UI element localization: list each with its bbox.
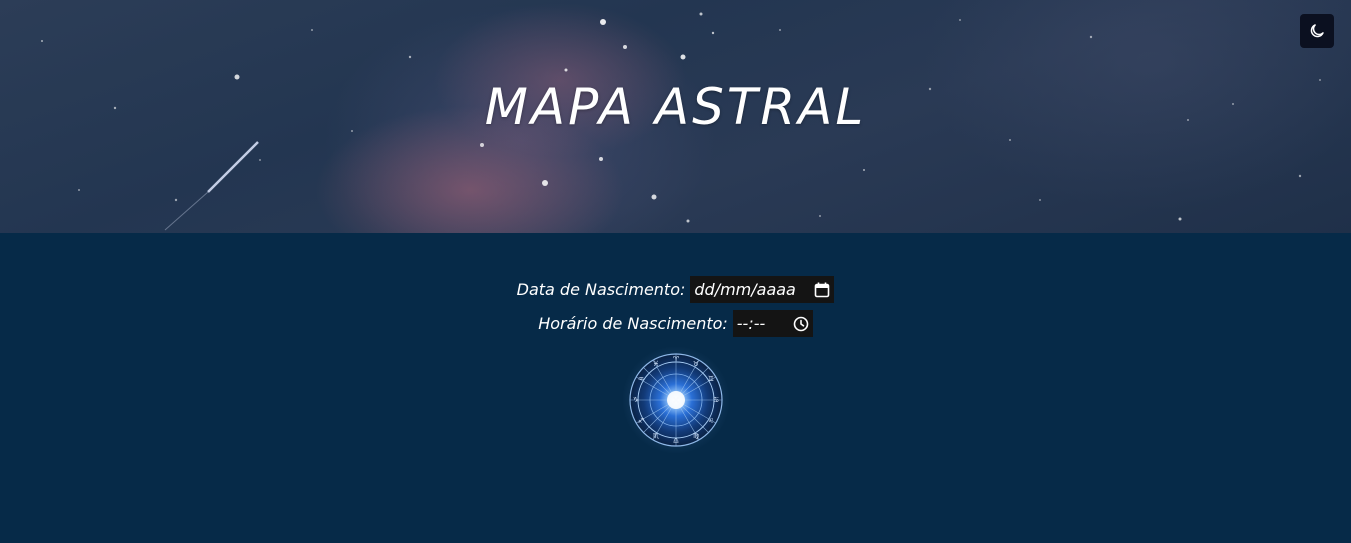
- svg-text:♋: ♋: [713, 396, 719, 404]
- svg-text:♌: ♌: [708, 417, 714, 425]
- birth-date-label: Data de Nascimento:: [516, 280, 686, 299]
- svg-text:♉: ♉: [693, 360, 699, 368]
- birth-time-row: Horário de Nascimento: --:--: [0, 310, 1351, 337]
- svg-text:♍: ♍: [693, 432, 700, 440]
- zodiac-wheel-icon: ♈ ♉ ♊ ♋ ♌ ♍ ♎ ♏ ♐ ♑ ♒ ♓: [622, 346, 730, 454]
- birth-time-placeholder: --:--: [736, 314, 766, 333]
- svg-text:♎: ♎: [673, 437, 679, 445]
- birth-date-input[interactable]: dd/mm/aaaa: [690, 276, 835, 303]
- svg-text:♑: ♑: [633, 396, 639, 404]
- svg-text:♊: ♊: [708, 375, 714, 383]
- svg-text:♈: ♈: [673, 355, 680, 363]
- svg-text:♏: ♏: [653, 432, 660, 440]
- moon-icon: [1310, 24, 1324, 38]
- birth-form: Data de Nascimento: dd/mm/aaaa Horário d…: [0, 276, 1351, 344]
- birth-date-placeholder: dd/mm/aaaa: [694, 280, 796, 299]
- theme-toggle-button[interactable]: [1300, 14, 1334, 48]
- birth-time-label: Horário de Nascimento:: [538, 314, 728, 333]
- svg-text:♓: ♓: [653, 360, 659, 368]
- header-banner: MAPA ASTRAL: [0, 0, 1351, 233]
- svg-text:♐: ♐: [638, 417, 644, 425]
- birth-date-row: Data de Nascimento: dd/mm/aaaa: [0, 276, 1351, 303]
- svg-text:♒: ♒: [638, 375, 644, 383]
- clock-icon[interactable]: [793, 316, 809, 332]
- page-title: MAPA ASTRAL: [484, 78, 867, 136]
- calendar-icon[interactable]: [814, 282, 830, 298]
- birth-time-input[interactable]: --:--: [732, 310, 813, 337]
